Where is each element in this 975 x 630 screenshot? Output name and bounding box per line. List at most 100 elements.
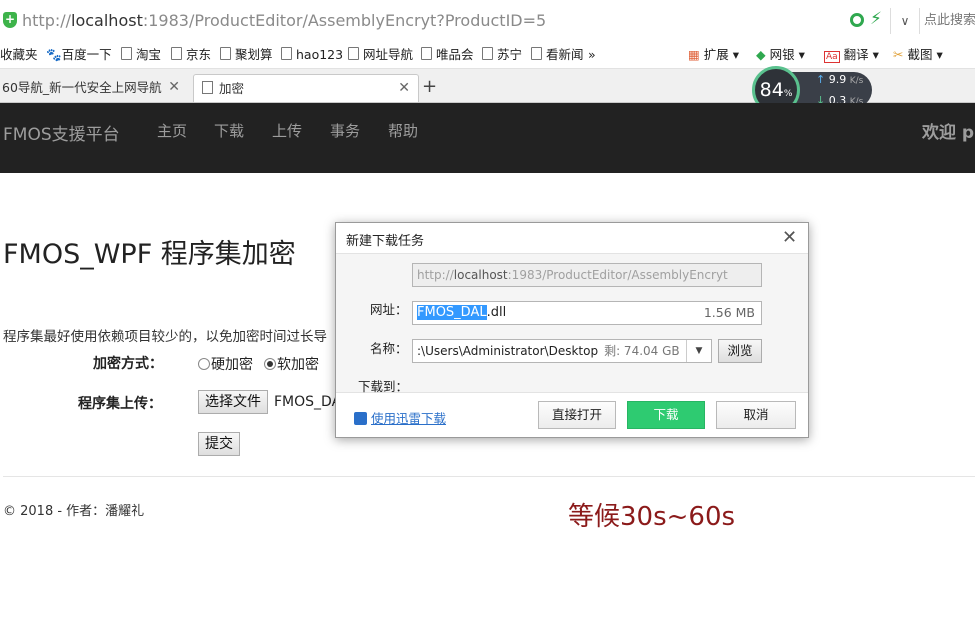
- extensions-button[interactable]: ▦ 扩展 ▾: [688, 46, 739, 64]
- file-size: 1.56 MB: [703, 305, 755, 320]
- bank-button[interactable]: ◆ 网银 ▾: [756, 46, 805, 64]
- bookmark-label: 看新闻: [546, 47, 584, 62]
- close-tab-icon[interactable]: ✕: [168, 74, 180, 101]
- page-title: FMOS_WPF 程序集加密: [3, 239, 296, 270]
- address-dropdown-button[interactable]: ∨: [890, 8, 920, 34]
- bookmarks-bar: 收藏夹 🐾百度一下 淘宝 京东 聚划算 hao123 网址导航 唯品会 苏宁 看…: [0, 42, 975, 69]
- bookmark-label: 唯品会: [436, 47, 474, 62]
- radio-label: 硬加密: [211, 357, 253, 373]
- radio-soft-encrypt[interactable]: 软加密: [264, 354, 319, 374]
- wait-note: 等候30s~60s: [568, 502, 736, 532]
- site-brand[interactable]: FMOS支援平台: [3, 120, 120, 145]
- radio-circle-checked[interactable]: [264, 358, 276, 370]
- bookmark-label: 京东: [186, 47, 212, 62]
- page-icon: [220, 47, 231, 60]
- bookmark-favorites[interactable]: 收藏夹: [0, 46, 38, 64]
- thunder-download-link[interactable]: 使用迅雷下载: [354, 408, 446, 427]
- nav-affairs[interactable]: 事务: [330, 120, 360, 141]
- tab-encrypt[interactable]: 加密 ✕: [193, 74, 419, 102]
- url-input[interactable]: http://localhost:1983/ProductEditor/Asse…: [22, 8, 882, 34]
- url-host: localhost: [453, 268, 508, 282]
- up-unit: K/s: [849, 76, 864, 86]
- bookmark-juhuasuan[interactable]: 聚划算: [220, 46, 273, 64]
- address-bar: + http://localhost:1983/ProductEditor/As…: [0, 0, 975, 43]
- screenshot-button[interactable]: ✂ 截图 ▾: [893, 46, 943, 64]
- page-description: 程序集最好使用依赖项目较少的，以免加密时间过长导: [3, 329, 327, 345]
- bookmark-suning[interactable]: 苏宁: [482, 46, 522, 64]
- open-directly-button[interactable]: 直接打开: [538, 401, 616, 429]
- thunder-icon: [354, 412, 367, 425]
- nav-help[interactable]: 帮助: [388, 120, 418, 141]
- nav-download[interactable]: 下载: [214, 120, 244, 141]
- bookmark-baidu[interactable]: 🐾百度一下: [46, 46, 112, 64]
- url-prefix: http://: [417, 268, 454, 282]
- bookmark-vip[interactable]: 唯品会: [421, 46, 474, 64]
- close-tab-icon[interactable]: ✕: [398, 75, 410, 102]
- grid-icon: ▦: [688, 47, 700, 62]
- download-button[interactable]: 下载: [627, 401, 705, 429]
- bookmark-hao123[interactable]: hao123: [281, 46, 343, 64]
- security-shield-icon[interactable]: +: [3, 12, 17, 28]
- choose-file-button[interactable]: 选择文件: [198, 390, 268, 414]
- site-navbar: FMOS支援平台 主页 下载 上传 事务 帮助 欢迎 p: [0, 103, 975, 173]
- ext-label: 网银: [769, 47, 795, 62]
- scissors-icon: ✂: [893, 47, 904, 62]
- lightning-icon[interactable]: ⚡: [870, 9, 882, 29]
- page-icon: [421, 47, 432, 60]
- page-icon: [171, 47, 182, 60]
- page-icon: [482, 47, 493, 60]
- new-tab-button[interactable]: +: [422, 74, 437, 101]
- bookmark-jd[interactable]: 京东: [171, 46, 211, 64]
- url-host: localhost: [71, 11, 143, 30]
- page-icon: [121, 47, 132, 60]
- download-url-field: http://localhost:1983/ProductEditor/Asse…: [412, 263, 762, 287]
- ext-label: 翻译: [843, 47, 869, 62]
- nav-upload[interactable]: 上传: [272, 120, 302, 141]
- ext-label: 扩展: [703, 47, 729, 62]
- submit-button[interactable]: 提交: [198, 432, 240, 456]
- arrow-up-icon: ↑: [816, 73, 826, 86]
- upload-speed: ↑ 9.9 K/s: [816, 73, 863, 86]
- paw-icon: 🐾: [46, 47, 62, 62]
- translate-button[interactable]: Aa 翻译 ▾: [824, 46, 879, 64]
- nav-home[interactable]: 主页: [157, 120, 187, 141]
- divider: [3, 476, 975, 477]
- bookmark-label: 淘宝: [136, 47, 162, 62]
- tab-label: 60导航_新一代安全上网导航: [2, 80, 162, 95]
- save-to-label: 下载到：: [358, 379, 409, 394]
- welcome-user[interactable]: 欢迎 p: [922, 118, 974, 143]
- save-path: :\Users\Administrator\Desktop: [417, 344, 599, 358]
- bookmark-label: 网址导航: [363, 47, 414, 62]
- browse-button[interactable]: 浏览: [718, 339, 762, 363]
- bookmark-more-button[interactable]: »: [588, 46, 596, 64]
- selected-name: FMOS_DAL: [417, 305, 487, 320]
- file-name-input[interactable]: FMOS_DAL.dll 1.56 MB: [412, 301, 762, 325]
- search-input[interactable]: 点此搜索: [918, 8, 975, 34]
- bookmark-taobao[interactable]: 淘宝: [121, 46, 161, 64]
- gauge-unit: %: [783, 89, 793, 99]
- chosen-file-name: FMOS_DA: [274, 394, 342, 410]
- bookmark-news[interactable]: 看新闻: [531, 46, 584, 64]
- bookmark-label: hao123: [296, 47, 344, 62]
- ext-label: 截图: [907, 47, 933, 62]
- gauge-value: 84: [759, 79, 784, 101]
- refresh-icon[interactable]: [850, 13, 864, 27]
- page-icon: [348, 47, 359, 60]
- cancel-button[interactable]: 取消: [716, 401, 796, 429]
- save-path-select[interactable]: :\Users\Administrator\Desktop 剩: 74.04 GB…: [412, 339, 712, 363]
- link-label: 使用迅雷下载: [371, 411, 447, 426]
- url-label: 网址：: [370, 302, 408, 317]
- radio-hard-encrypt[interactable]: 硬加密: [198, 354, 253, 374]
- file-ext: .dll: [486, 305, 507, 320]
- translate-icon: Aa: [824, 51, 840, 63]
- upload-label: 程序集上传：: [78, 396, 162, 412]
- radio-label: 软加密: [277, 357, 319, 373]
- bank-shield-icon: ◆: [756, 47, 766, 62]
- url-rest: :1983/ProductEditor/AssemblyEncryt: [507, 268, 728, 282]
- bookmark-nav[interactable]: 网址导航: [348, 46, 413, 64]
- close-icon[interactable]: ✕: [782, 227, 797, 248]
- radio-circle[interactable]: [198, 358, 210, 370]
- download-dialog: 新建下载任务 ✕ 网址： 名称： 下载到： http://localhost:1…: [335, 222, 809, 438]
- tab-360-nav[interactable]: 60导航_新一代安全上网导航 ✕: [0, 74, 188, 101]
- chevron-down-icon[interactable]: ▼: [686, 340, 711, 362]
